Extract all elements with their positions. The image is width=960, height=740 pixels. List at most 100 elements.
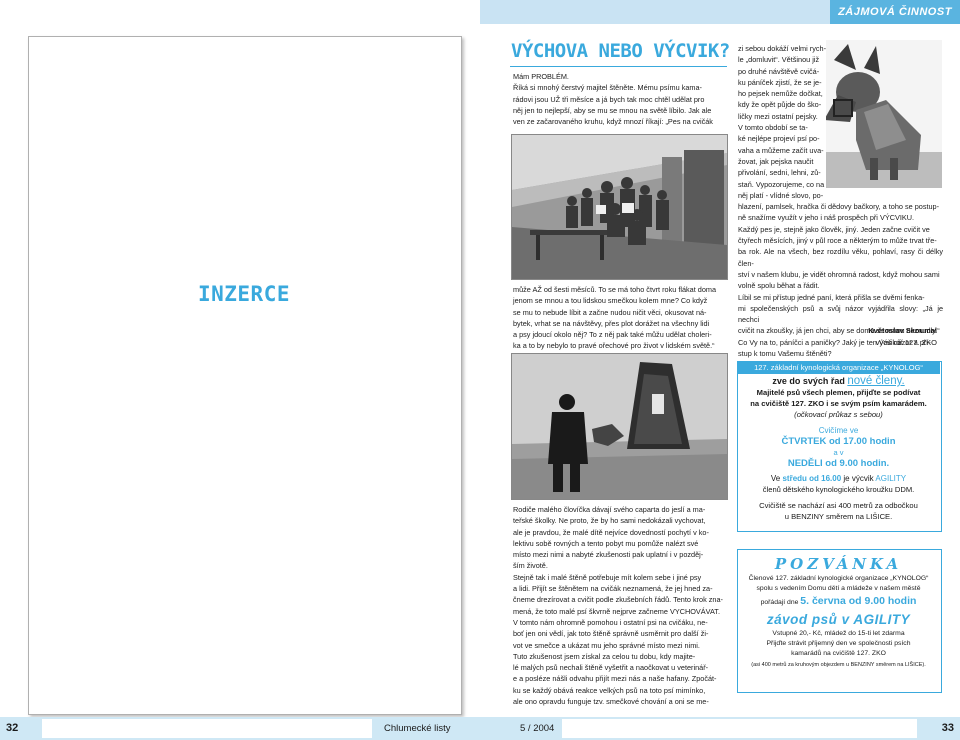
text-line: přivolání, sedni, lehni, zů- — [738, 168, 821, 178]
text-line: ho pejsek nemůže dočkat, — [738, 89, 823, 99]
paragraph-training: zi sebou dokáží velmi rych- le „domluvit… — [738, 43, 943, 359]
text-line: Každý pes je, stejně jako člověk, jiný. … — [738, 224, 930, 234]
club-invite-text: zve do svých řad — [772, 376, 848, 386]
text-line: ale je pravdou, že malé dítě nejvíce dov… — [513, 527, 709, 537]
text-line: kdy že opět půjde do ško- — [738, 100, 822, 110]
club-line-wed-b: středu od 16.00 — [782, 474, 842, 483]
text-line: vot ve smečce a ukázat mu jeho správné m… — [513, 640, 700, 650]
text-line: a lidi. Přijít se štěnětem na cvičák nez… — [513, 584, 713, 594]
page-number-left: 32 — [6, 722, 19, 734]
club-line-thursday: ČTVRTEK od 17.00 hodin — [781, 436, 896, 447]
club-line-location: Cvičiště se nachází asi 400 metrů za odb… — [759, 501, 918, 510]
invite-line-date-b: 5. června od 9.00 hodin — [800, 595, 917, 607]
dog-training-photo — [511, 353, 728, 500]
text-line: rádovi jsou UŽ tři měsíce a já bych tak … — [513, 94, 705, 104]
text-line: se mu to nebude líbit a začne nudou niči… — [513, 307, 707, 317]
club-line-ddm: členů dětského kynologického kroužku DDM… — [762, 485, 915, 494]
text-line: mená, že toto malé psí škvrně nejprve za… — [513, 606, 720, 616]
invite-line-fee: Vstupné 20,- Kč, mládež do 15-ti let zda… — [772, 630, 905, 637]
paragraph-intro: Mám PROBLÉM. Říká si mnohý čerstvý majit… — [513, 71, 723, 127]
text-line: ně snažíme využít v jeho i náš prospěch … — [738, 213, 915, 223]
text-line: ven ze začarovaného kruhu, když mnozí ří… — [513, 117, 713, 127]
text-line: ku páníček zjistí, že se je- — [738, 77, 822, 87]
text-line: bytek, vrhat se na návštěvy, přes plot d… — [513, 318, 710, 328]
magazine-name: Chlumecké listy — [384, 723, 451, 734]
text-line: po druhé návštěvě cvičá- — [738, 66, 820, 76]
paragraph-worries: může AŽ od šesti měsíců. To se má toho č… — [513, 284, 723, 352]
text-line: boť jen oni vědí, jak toto štěně správně… — [513, 629, 709, 639]
footer-strip-right — [562, 719, 917, 738]
text-line: Líbil se mi přístup jedné paní, která př… — [738, 292, 925, 302]
text-line: ším životě. — [513, 561, 548, 571]
club-box-body: zve do svých řad nové členy. Majitelé ps… — [737, 375, 940, 522]
text-line: vaha a můžeme začít uva- — [738, 145, 824, 155]
text-line: může AŽ od šesti měsíců. To se má toho č… — [513, 285, 717, 294]
dog-training-image — [512, 354, 727, 499]
text-line: lé malých psů nechali štěně vyšetřit a n… — [513, 663, 709, 673]
text-line: V tomto nám ohromně pomohou i ostatní ps… — [513, 617, 708, 627]
invitation-title: POZVÁNKA — [774, 555, 903, 573]
club-line-venue: na cvičiště 127. ZKO i se svým psím kama… — [750, 399, 927, 408]
text-line: jenom se mnou a tou lidskou smečkou kole… — [513, 296, 708, 306]
text-line: Tuto zkušenost jsem získal za celou tu d… — [513, 651, 696, 661]
club-line-wed-a: Ve — [770, 474, 783, 483]
text-line: lektivu sobě rovných a tento pobyt mu po… — [513, 538, 699, 548]
text-line: Stejně tak i malé štěně potřebuje mít ko… — [513, 572, 702, 582]
club-line-owners: Majitelé psů všech plemen, přijďte se po… — [756, 388, 921, 397]
text-line: ku se každý obává reakce velkých psů na … — [513, 685, 706, 695]
text-line: ale ono opravdu funguje tzv. smečkové ch… — [513, 697, 709, 707]
text-line: ké nejlépe projeví psí po- — [738, 134, 820, 144]
text-line: čtyřech měsících, jiný v půl roce a někt… — [738, 236, 937, 246]
club-line-and: a v — [833, 448, 844, 457]
author-signature: Květoslav Skoumal výcvikář 127. ZKO — [740, 325, 937, 349]
text-line: V tomto období se ta- — [738, 123, 808, 133]
club-new-members: nové členy. — [847, 375, 905, 387]
invite-line-date-a: pořádají dne — [760, 599, 801, 606]
text-line: Mám PROBLÉM. — [513, 72, 569, 81]
issue-number: 5 / 2004 — [520, 723, 555, 734]
text-line: něj jen to nejlepší, aby se mu se mnou n… — [513, 105, 712, 115]
text-line: ličky mezi ostatní pejsky. — [738, 111, 818, 121]
text-line: a psy jdoucí okolo něj? To z něj pak tak… — [513, 330, 712, 340]
text-line: le „domluvit“. Většinou již — [738, 55, 820, 65]
group-photo-image — [512, 135, 727, 279]
page-number-right: 33 — [941, 722, 954, 734]
text-line: ství v našem klubu, je vidět ohromná rad… — [738, 269, 940, 279]
text-line: místo mezi nimi a nabyté zkušenosti pak … — [513, 550, 704, 560]
paragraph-socialization: Rodiče malého človíčka dávají svého capa… — [513, 504, 723, 707]
author-name: Květoslav Skoumal — [868, 326, 937, 335]
club-line-wed-d: AGILITY — [875, 474, 907, 483]
invite-line-ddm: spolu s vedením Domu dětí a mládeže v na… — [756, 585, 921, 592]
invite-line-come: Přijďte strávit příjemný den ve společno… — [766, 640, 911, 647]
article-title: VÝCHOVA NEBO VÝCVIK? — [511, 40, 730, 62]
text-line: staň. Vypozorujeme, co na — [738, 179, 825, 189]
club-box-header: 127. základní kynologická organizace „KY… — [737, 361, 940, 374]
text-line: žovat, jak pejska naučit — [738, 156, 814, 166]
club-line-train: Cvičíme ve — [818, 426, 859, 435]
text-line: ba rok. Ale na všech, bez rozdílu věku, … — [738, 247, 943, 268]
text-line: stup k tomu Vašemu štěněti? — [738, 349, 832, 359]
invite-event-name: závod psů v AGILITY — [766, 612, 911, 627]
invite-line-directions: (asi 400 metrů za kruhovým objezdem u BE… — [751, 662, 926, 668]
text-line: volně spolu běhat a řádit. — [738, 281, 820, 291]
ad-box — [28, 36, 462, 715]
text-line: Říká si mnohý čerstvý majitel štěněte. M… — [513, 83, 702, 93]
author-role: výcvikář 127. ZKO — [875, 338, 937, 347]
section-tag: ZÁJMOVÁ ČINNOST — [830, 0, 960, 24]
group-photo — [511, 134, 728, 280]
text-line: čneme drezírovat a cvičit podle zkušební… — [513, 595, 723, 605]
title-divider — [510, 66, 727, 67]
invite-line-members: Členové 127. základní kynologické organi… — [748, 575, 929, 582]
text-line: teřské školky. Ne proto, že by ho sami n… — [513, 516, 706, 526]
text-line: něj platí - vlídné slovo, po- — [738, 190, 824, 200]
ad-label: INZERCE — [197, 282, 290, 306]
club-line-sunday: NEDĚLI od 9.00 hodin. — [787, 458, 890, 469]
text-line: hlazení, pamlsek, hračka či dědovy bačko… — [738, 202, 940, 212]
text-line: mi společenských psů a svůj názor vyjádř… — [738, 303, 943, 325]
invite-line-venue: kamarádů na cvičiště 127. ZKO — [791, 650, 886, 657]
club-line-vaccination: (očkovací průkaz s sebou) — [794, 410, 883, 419]
text-line: zi sebou dokáží velmi rych- — [738, 44, 827, 53]
footer-strip-left — [42, 719, 372, 738]
text-line: ka a to by nebylo to pravé ořechové pro … — [513, 341, 715, 351]
club-line-wed-c: je výcvik — [841, 474, 876, 483]
